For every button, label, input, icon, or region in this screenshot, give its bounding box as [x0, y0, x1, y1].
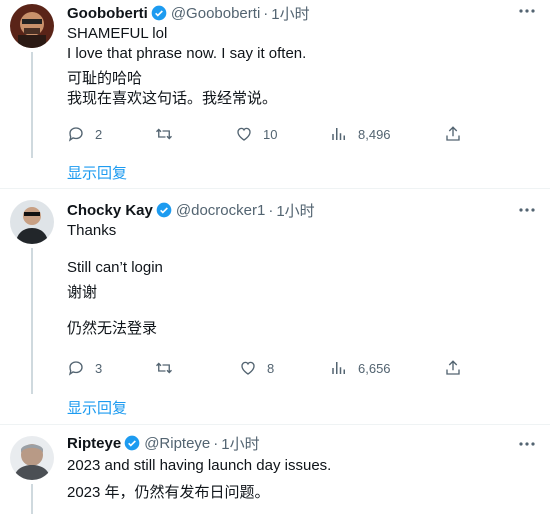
separator-dot: · [213, 434, 219, 452]
tweet-text-line: 谢谢 [67, 284, 98, 301]
tweet-header: Ripteye @Ripteye · 1小时 [67, 432, 260, 454]
avatar[interactable] [10, 200, 54, 244]
like-count: 10 [263, 126, 278, 142]
show-replies-link[interactable]: 显示回复 [67, 162, 127, 183]
tweet-text-line: 可耻的哈哈 [67, 70, 143, 87]
retweet-icon [156, 362, 172, 374]
tweet-text-line: Still can’t login [67, 259, 163, 276]
like-button[interactable]: 8 [239, 358, 274, 378]
tweet-header: Chocky Kay @docrocker1 · 1小时 [67, 199, 315, 221]
tweet[interactable]: Chocky Kay @docrocker1 · 1小时 Thanks Stil… [0, 196, 550, 422]
author-handle[interactable]: @Ripteye [144, 435, 210, 452]
views-icon [332, 362, 345, 374]
author-name[interactable]: Gooboberti [67, 5, 148, 22]
share-button[interactable] [444, 358, 462, 378]
verified-badge-icon [124, 435, 140, 451]
like-icon [241, 361, 255, 375]
thread-line [31, 52, 33, 158]
tweet-text-line: 我现在喜欢这句话。我经常说。 [67, 90, 278, 107]
timestamp[interactable]: 1小时 [221, 433, 259, 454]
timestamp[interactable]: 1小时 [276, 200, 314, 221]
tweet-text-line: 2023 and still having launch day issues. [67, 457, 332, 474]
tweet[interactable]: Gooboberti @Gooboberti · 1小时 SHAMEFUL lo… [0, 0, 550, 188]
views-count: 6,656 [358, 360, 391, 376]
avatar[interactable] [10, 4, 54, 48]
author-name[interactable]: Ripteye [67, 435, 121, 452]
tweet-text-line: 仍然无法登录 [67, 320, 158, 337]
share-button[interactable] [444, 124, 462, 144]
like-icon [237, 127, 251, 141]
reply-icon [68, 361, 83, 376]
tweet-text-line: SHAMEFUL lol [67, 25, 168, 42]
retweet-button[interactable] [155, 124, 173, 144]
divider [0, 424, 550, 425]
views-button[interactable]: 6,656 [330, 358, 391, 378]
reply-count: 3 [95, 360, 103, 376]
author-handle[interactable]: @Gooboberti [171, 5, 260, 22]
separator-dot: · [263, 4, 269, 22]
author-name[interactable]: Chocky Kay [67, 202, 153, 219]
timestamp[interactable]: 1小时 [271, 3, 309, 24]
action-bar: 3 8 6,656 [67, 358, 477, 378]
views-count: 8,496 [358, 126, 391, 142]
share-icon [446, 360, 460, 375]
share-icon [446, 126, 460, 141]
tweet-header: Gooboberti @Gooboberti · 1小时 [67, 2, 310, 24]
author-handle[interactable]: @docrocker1 [176, 202, 265, 219]
separator-dot: · [268, 201, 274, 219]
reply-button[interactable]: 2 [67, 124, 102, 144]
reply-count: 2 [95, 126, 103, 142]
views-button[interactable]: 8,496 [330, 124, 391, 144]
tweet[interactable]: Ripteye @Ripteye · 1小时 2023 and still ha… [0, 432, 550, 514]
reply-icon [68, 127, 83, 142]
tweet-text-line: I love that phrase now. I say it often. [67, 45, 307, 62]
verified-badge-icon [151, 5, 167, 21]
divider [0, 188, 550, 189]
verified-badge-icon [156, 202, 172, 218]
like-button[interactable]: 10 [235, 124, 277, 144]
more-icon[interactable] [518, 201, 536, 219]
more-icon[interactable] [518, 2, 536, 20]
thread-line [31, 484, 33, 514]
show-replies-link[interactable]: 显示回复 [67, 397, 127, 418]
avatar[interactable] [10, 436, 54, 480]
tweet-text-line: Thanks [67, 222, 117, 239]
views-icon [332, 128, 345, 140]
thread-line [31, 248, 33, 394]
like-count: 8 [267, 360, 275, 376]
retweet-icon [156, 128, 172, 140]
action-bar: 2 10 8,496 [67, 124, 477, 144]
more-icon[interactable] [518, 435, 536, 453]
retweet-button[interactable] [155, 358, 173, 378]
reply-button[interactable]: 3 [67, 358, 102, 378]
tweet-text-line: 2023 年，仍然有发布日问题。 [67, 484, 270, 501]
